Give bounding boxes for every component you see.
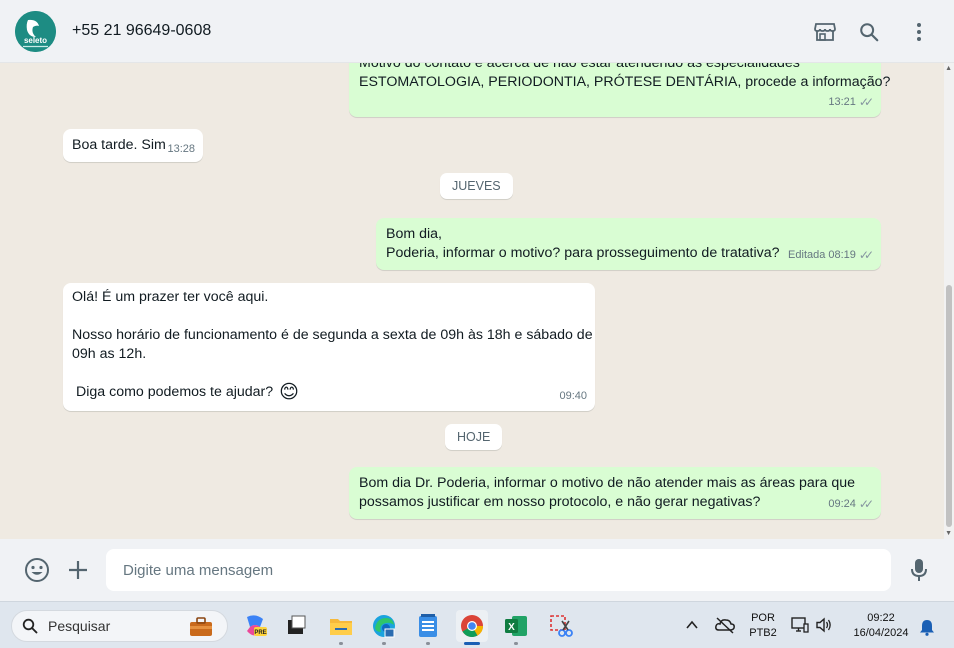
message-input[interactable] [106,549,891,591]
language-code: POR [751,612,775,624]
date-divider: JUEVES [440,173,513,199]
message-meta: 13:21 ✓✓ [828,93,874,112]
svg-text:seleto: seleto [24,36,47,45]
scroll-up-icon[interactable]: ▲ [945,65,952,72]
snipping-tool-app-icon[interactable] [545,610,577,642]
message-composer [0,539,954,601]
smiling-emoji-icon: 😊 [279,382,299,403]
emoji-icon[interactable] [24,557,50,583]
svg-text:X: X [508,622,515,633]
input-language-indicator[interactable]: POR PTB2 [746,611,780,641]
message-outgoing[interactable]: Bom dia, Poderia, informar o motivo? par… [376,218,881,270]
message-text: Motivo do contato é acerca de não estar … [359,63,800,71]
keyboard-layout: PTB2 [749,627,777,639]
notepad-app-icon[interactable] [412,610,444,645]
message-time: 13:28 [167,143,195,155]
message-input-box[interactable] [106,549,891,591]
task-view-app-icon[interactable] [280,610,312,642]
message-meta: 09:40 [559,387,587,406]
network-icon[interactable] [790,616,810,639]
message-list[interactable]: Motivo do contato é acerca de não estar … [0,63,954,539]
scroll-thumb[interactable] [946,285,952,527]
message-time: 09:24 [828,498,856,510]
read-ticks-icon: ✓✓ [858,95,874,109]
edited-label: Editada [788,249,826,261]
clock-date: 16/04/2024 [853,627,909,639]
notification-bell-icon[interactable] [919,618,935,641]
message-text: possamos justificar em nosso protocolo, … [359,494,761,510]
read-ticks-icon: ✓✓ [858,248,874,262]
message-text: Bom dia Dr. Poderia, informar o motivo d… [359,475,856,491]
system-clock[interactable]: 09:22 16/04/2024 [845,611,917,641]
taskbar-search-label: Pesquisar [48,618,111,634]
onedrive-offline-icon[interactable] [714,615,736,640]
chevron-up-icon[interactable] [684,617,700,638]
message-text: 09h as 12h. [72,346,147,362]
taskbar-search[interactable]: Pesquisar [11,610,228,642]
contact-name[interactable]: +55 21 96649-0608 [72,22,211,40]
message-text: Bom dia, [386,226,442,242]
message-time: 13:21 [828,96,856,108]
message-text: Nosso horário de funcionamento é de segu… [72,327,593,343]
plus-icon[interactable] [65,557,91,583]
microphone-icon[interactable] [906,557,932,583]
message-text-line: Diga como podemos te ajudar? 😊 [76,383,299,402]
file-explorer-app-icon[interactable] [325,610,357,645]
message-text: Poderia, informar o motivo? para prosseg… [386,245,780,261]
chat-scrollbar[interactable]: ▲ ▼ [944,63,954,539]
search-icon[interactable] [857,20,881,44]
message-outgoing[interactable]: Motivo do contato é acerca de não estar … [349,63,890,117]
windows-taskbar: Pesquisar PRE X POR PTB2 09:22 16/04/202… [0,601,954,648]
message-meta: Editada 08:19 ✓✓ [788,246,874,265]
briefcase-icon [190,617,212,636]
search-icon [22,618,38,634]
edge-app-icon[interactable] [368,610,400,645]
message-text: ESTOMATOLOGIA, PERIODONTIA, PRÓTESE DENT… [359,74,891,90]
contact-avatar[interactable]: seleto [15,11,56,52]
copilot-app-icon[interactable]: PRE [239,610,271,642]
chrome-app-icon[interactable] [456,610,488,645]
clock-time: 09:22 [867,612,895,624]
message-outgoing[interactable]: Bom dia Dr. Poderia, informar o motivo d… [349,467,881,519]
seleto-logo: seleto [15,11,56,52]
date-divider: HOJE [445,424,503,450]
scroll-down-icon[interactable]: ▼ [945,530,952,537]
read-ticks-icon: ✓✓ [858,497,874,511]
volume-icon[interactable] [815,616,833,639]
message-incoming[interactable]: Olá! É um prazer ter você aqui. Nosso ho… [63,283,595,411]
message-text: Diga como podemos te ajudar? [76,384,274,400]
message-incoming[interactable]: Boa tarde. Sim 13:28 [63,129,203,162]
message-meta: 09:24 ✓✓ [828,495,874,514]
svg-text:PRE: PRE [254,630,266,636]
message-time: 08:19 [828,249,856,261]
message-text: Boa tarde. Sim [72,137,166,153]
message-time: 09:40 [559,390,587,402]
message-meta: 13:28 [167,140,195,159]
more-vertical-icon[interactable] [907,20,931,44]
shop-icon[interactable] [813,20,837,44]
excel-app-icon[interactable]: X [500,610,532,645]
chat-header: seleto +55 21 96649-0608 [0,0,954,63]
message-text: Olá! É um prazer ter você aqui. [72,289,269,305]
